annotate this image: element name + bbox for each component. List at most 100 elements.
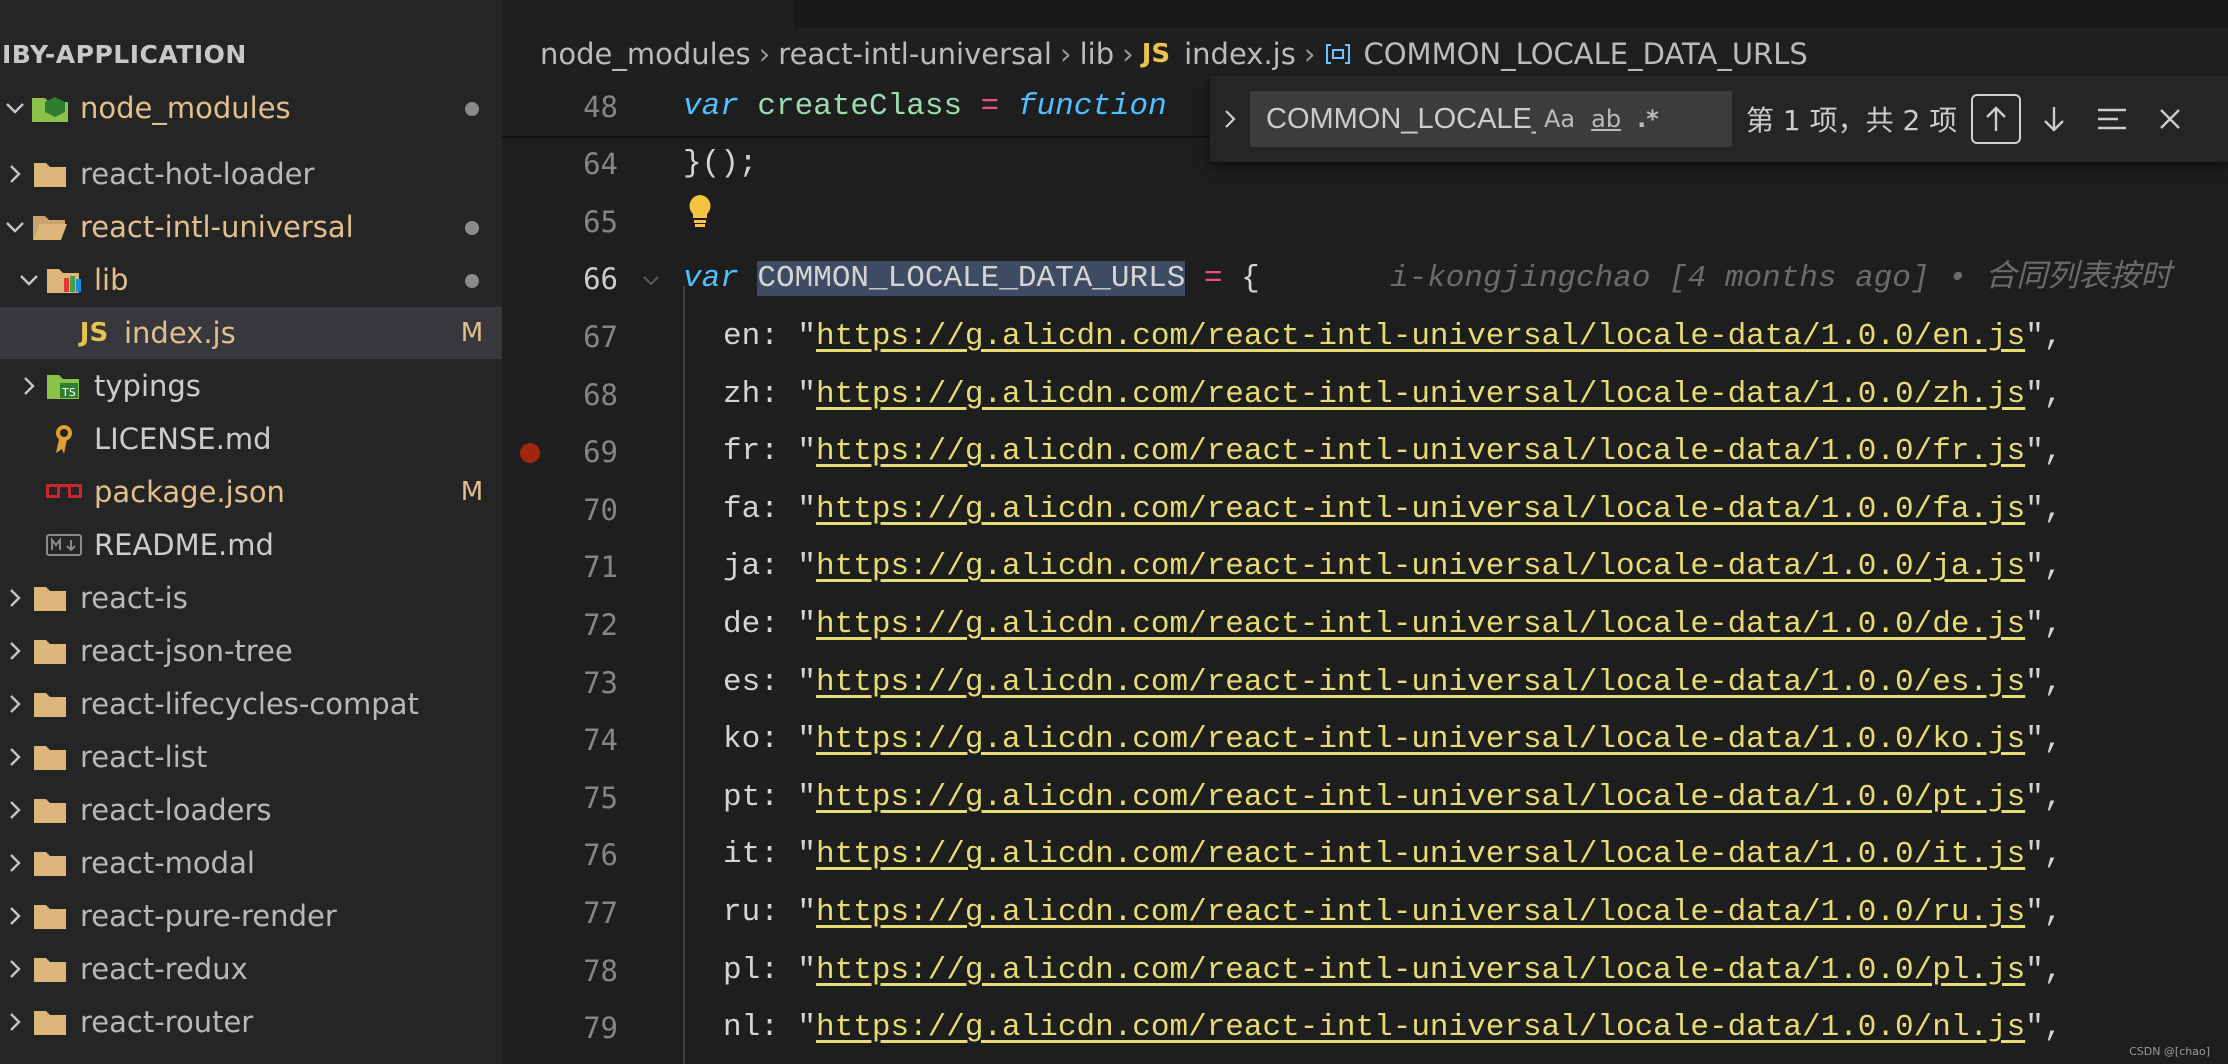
tree-item-react-lifecycles-compat[interactable]: react-lifecycles-compat — [0, 678, 502, 730]
locale-key: ko — [723, 722, 761, 758]
next-match-button[interactable] — [2029, 94, 2079, 144]
svg-text:TS: TS — [61, 386, 76, 399]
folder-node-icon — [30, 91, 70, 125]
locale-key: es — [723, 664, 761, 700]
chevron-right-icon — [0, 747, 30, 767]
locale-key: de — [723, 607, 761, 642]
npm-icon — [44, 475, 84, 509]
tree-item-react-pure-render[interactable]: react-pure-render — [0, 890, 502, 942]
line-number: 76 — [583, 838, 618, 873]
chevron-right-icon — [0, 959, 30, 979]
close-icon[interactable] — [2145, 94, 2195, 144]
code-line-65: 65 — [502, 193, 2228, 251]
code-line-73: 73 es: "https://g.alicdn.com/react-intl-u… — [502, 654, 2228, 712]
breadcrumb-item[interactable]: node_modules — [540, 37, 751, 71]
tree-item-label: react-lifecycles-compat — [80, 687, 419, 721]
breadcrumb-item[interactable]: index.js — [1184, 37, 1296, 71]
tree-item-react-intl-universal[interactable]: react-intl-universal — [0, 201, 502, 253]
folder-icon — [30, 157, 70, 191]
folder-icon — [30, 1005, 70, 1039]
locale-url-link[interactable]: https://g.alicdn.com/react-intl-universa… — [816, 607, 2025, 642]
tree-item-package-json[interactable]: package.json M — [0, 466, 502, 518]
tree-item-react-json-tree[interactable]: react-json-tree — [0, 625, 502, 677]
locale-url-link[interactable]: https://g.alicdn.com/react-intl-universa… — [816, 319, 2025, 354]
locale-url-link[interactable]: https://g.alicdn.com/react-intl-universa… — [816, 377, 2025, 412]
code-text: pl: "https://g.alicdn.com/react-intl-uni… — [723, 952, 2063, 988]
match-count: 第 1 项，共 2 项 — [1746, 104, 1958, 137]
tree-item-typings[interactable]: TS typings — [0, 360, 502, 412]
code-text: ko: "https://g.alicdn.com/react-intl-uni… — [723, 722, 2063, 758]
tree-item-lib[interactable]: lib — [0, 254, 502, 306]
locale-url-link[interactable]: https://g.alicdn.com/react-intl-universa… — [816, 953, 2025, 988]
locale-url-link[interactable]: https://g.alicdn.com/react-intl-universa… — [816, 434, 2025, 469]
match-whole-word-toggle[interactable]: ab — [1591, 105, 1621, 133]
tree-item-react-hot-loader[interactable]: react-hot-loader — [0, 148, 502, 200]
previous-match-button[interactable] — [1971, 94, 2022, 144]
locale-url-link[interactable]: https://g.alicdn.com/react-intl-universa… — [816, 722, 2025, 757]
toggle-replace-chevron-icon[interactable] — [1210, 108, 1250, 130]
breadcrumb-item[interactable]: COMMON_LOCALE_DATA_URLS — [1363, 37, 1807, 71]
locale-key: zh — [723, 376, 761, 412]
tree-item-label: lib — [94, 263, 129, 297]
find-in-selection-button[interactable] — [2087, 94, 2137, 144]
locale-key: nl — [723, 1010, 761, 1046]
line-number: 75 — [583, 780, 618, 815]
line-number: 78 — [583, 953, 618, 988]
regex-toggle[interactable]: .* — [1637, 105, 1659, 133]
line-number: 74 — [583, 723, 618, 758]
line-number: 66 — [583, 262, 618, 296]
locale-url-link[interactable]: https://g.alicdn.com/react-intl-universa… — [816, 895, 2025, 930]
locale-url-link[interactable]: https://g.alicdn.com/react-intl-universa… — [816, 780, 2025, 815]
tree-item-label: LICENSE.md — [94, 422, 272, 456]
find-input[interactable] — [1266, 102, 1536, 136]
explorer-header[interactable]: IBY-APPLICATION — [0, 36, 247, 74]
code-line-70: 70 fa: "https://g.alicdn.com/react-intl-u… — [502, 481, 2228, 539]
tree-item-label: react-hot-loader — [80, 157, 315, 191]
folder-icon — [30, 581, 70, 615]
explorer-sidebar: IBY-APPLICATION node_modules react-hot-l… — [0, 0, 502, 1064]
code-text: var createClass = function — [683, 89, 1167, 124]
code-line-69: 69 fr: "https://g.alicdn.com/react-intl-u… — [502, 423, 2228, 481]
line-number: 64 — [583, 147, 618, 181]
tree-item-label: react-json-tree — [80, 634, 293, 668]
line-number: 68 — [583, 377, 618, 412]
locale-url-link[interactable]: https://g.alicdn.com/react-intl-universa… — [816, 492, 2025, 527]
lightbulb-icon[interactable] — [687, 194, 713, 232]
git-blame-annotation[interactable]: i-kongjingchao [4 months ago] • 合同列表按时 — [1390, 250, 2171, 308]
tree-item-index-js[interactable]: JS index.js M — [0, 307, 502, 359]
locale-key: ja — [723, 549, 761, 585]
locale-url-link[interactable]: https://g.alicdn.com/react-intl-universa… — [816, 549, 2025, 584]
chevron-down-icon — [14, 273, 44, 287]
tab-index-js[interactable] — [502, 0, 794, 28]
locale-url-link[interactable]: https://g.alicdn.com/react-intl-universa… — [816, 1010, 2025, 1045]
javascript-file-icon: JS — [79, 318, 109, 348]
tree-item-react-list[interactable]: react-list — [0, 731, 502, 783]
folder-typescript-icon: TS — [44, 369, 84, 403]
tree-item-node-modules[interactable]: node_modules — [0, 82, 502, 134]
breadcrumb-item[interactable]: lib — [1080, 37, 1115, 71]
tree-item-react-router[interactable]: react-router — [0, 996, 502, 1048]
locale-url-link[interactable]: https://g.alicdn.com/react-intl-universa… — [816, 837, 2025, 872]
line-number: 72 — [583, 608, 618, 642]
code-line-78: 78 pl: "https://g.alicdn.com/react-intl-u… — [502, 942, 2228, 1000]
tree-item-react-loaders[interactable]: react-loaders — [0, 784, 502, 836]
line-number: 79 — [583, 1011, 618, 1046]
locale-url-link[interactable]: https://g.alicdn.com/react-intl-universa… — [816, 665, 2025, 700]
code-line-72: 72 de: "https://g.alicdn.com/react-intl-u… — [502, 596, 2228, 654]
folder-icon — [30, 687, 70, 721]
match-case-toggle[interactable]: Aa — [1544, 105, 1575, 133]
fold-chevron-icon[interactable] — [642, 272, 660, 291]
breadcrumb-item[interactable]: react-intl-universal — [778, 37, 1052, 71]
tree-item-react-modal[interactable]: react-modal — [0, 837, 502, 889]
tree-item-label: react-list — [80, 740, 208, 774]
tree-item-readme[interactable]: README.md — [0, 519, 502, 571]
git-status-badge: M — [460, 318, 484, 348]
code-line-71: 71 ja: "https://g.alicdn.com/react-intl-u… — [502, 538, 2228, 596]
tree-item-license[interactable]: LICENSE.md — [0, 413, 502, 465]
code-editor[interactable]: 48 var createClass = function 64 }(); 65… — [502, 84, 2228, 1064]
code-text: var COMMON_LOCALE_DATA_URLS = { — [683, 261, 1260, 296]
tree-item-react-redux[interactable]: react-redux — [0, 943, 502, 995]
tree-item-react-is[interactable]: react-is — [0, 572, 502, 624]
breakpoint-icon[interactable] — [520, 443, 540, 463]
code-text: de: "https://g.alicdn.com/react-intl-uni… — [723, 607, 2063, 642]
